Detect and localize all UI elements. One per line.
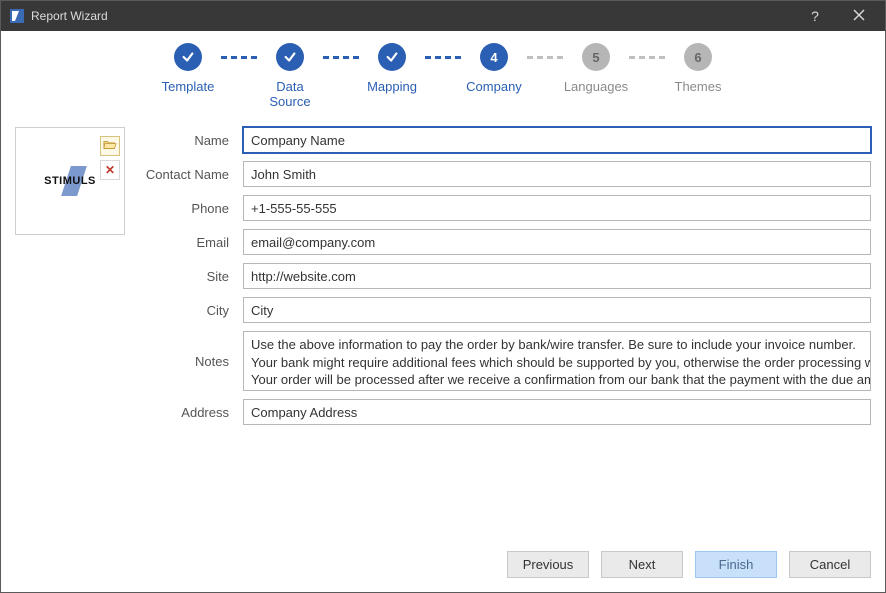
site-field[interactable] — [243, 263, 871, 289]
close-icon — [853, 8, 865, 24]
help-icon: ? — [811, 8, 819, 24]
email-field[interactable] — [243, 229, 871, 255]
check-icon — [378, 43, 406, 71]
label-email: Email — [145, 235, 243, 250]
cancel-button[interactable]: Cancel — [789, 551, 871, 578]
step-connector — [425, 56, 461, 59]
next-button[interactable]: Next — [601, 551, 683, 578]
step-number: 5 — [582, 43, 610, 71]
step-label: Data Source — [257, 79, 323, 109]
help-button[interactable]: ? — [793, 2, 837, 30]
folder-open-icon — [103, 138, 117, 155]
step-template[interactable]: Template — [155, 43, 221, 109]
window-title: Report Wizard — [31, 9, 793, 23]
label-site: Site — [145, 269, 243, 284]
city-field[interactable] — [243, 297, 871, 323]
step-mapping[interactable]: Mapping — [359, 43, 425, 109]
open-logo-button[interactable] — [100, 136, 120, 156]
app-icon — [9, 8, 25, 24]
logo-text: STIMULS — [44, 175, 96, 187]
titlebar: Report Wizard ? — [1, 1, 885, 31]
wizard-stepper: Template Data Source Mapping 4 Company 5… — [9, 39, 877, 127]
logo-preview: ✕ STIMULS — [15, 127, 125, 235]
label-address: Address — [145, 405, 243, 420]
step-label: Company — [466, 79, 522, 94]
phone-field[interactable] — [243, 195, 871, 221]
step-data-source[interactable]: Data Source — [257, 43, 323, 109]
step-label: Languages — [564, 79, 628, 94]
step-connector — [527, 56, 563, 59]
company-form: Name Contact Name Phone Email Site City — [145, 127, 871, 539]
label-phone: Phone — [145, 201, 243, 216]
step-label: Template — [162, 79, 215, 94]
name-field[interactable] — [243, 127, 871, 153]
label-contact-name: Contact Name — [145, 167, 243, 182]
step-label: Themes — [675, 79, 722, 94]
check-icon — [276, 43, 304, 71]
check-icon — [174, 43, 202, 71]
finish-button[interactable]: Finish — [695, 551, 777, 578]
step-languages[interactable]: 5 Languages — [563, 43, 629, 109]
step-connector — [221, 56, 257, 59]
logo-image: STIMULS — [26, 158, 114, 204]
step-number: 4 — [480, 43, 508, 71]
step-connector — [629, 56, 665, 59]
address-field[interactable] — [243, 399, 871, 425]
step-number: 6 — [684, 43, 712, 71]
close-button[interactable] — [837, 2, 881, 30]
step-connector — [323, 56, 359, 59]
step-label: Mapping — [367, 79, 417, 94]
label-city: City — [145, 303, 243, 318]
contact-name-field[interactable] — [243, 161, 871, 187]
wizard-footer: Previous Next Finish Cancel — [9, 539, 877, 592]
notes-field[interactable] — [243, 331, 871, 391]
step-themes[interactable]: 6 Themes — [665, 43, 731, 109]
label-notes: Notes — [145, 354, 243, 369]
previous-button[interactable]: Previous — [507, 551, 589, 578]
step-company[interactable]: 4 Company — [461, 43, 527, 109]
label-name: Name — [145, 133, 243, 148]
